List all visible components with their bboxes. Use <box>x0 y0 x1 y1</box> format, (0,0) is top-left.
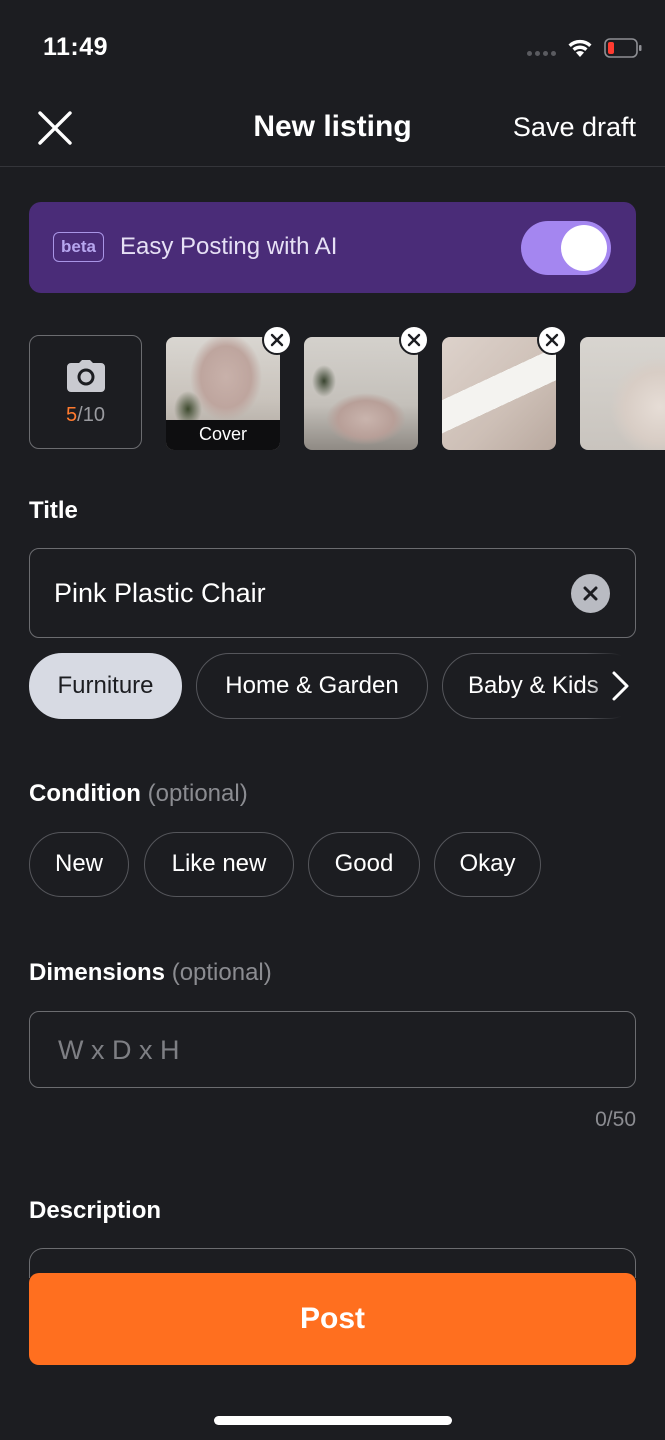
condition-chip-good[interactable]: Good <box>308 832 420 897</box>
photo-thumbnail[interactable] <box>580 337 665 450</box>
post-button[interactable]: Post <box>29 1273 636 1365</box>
title-field[interactable]: Pink Plastic Chair <box>29 548 636 638</box>
add-photo-button[interactable]: 5/10 <box>29 335 142 449</box>
category-chip-home-garden[interactable]: Home & Garden <box>196 653 428 719</box>
remove-photo-button[interactable] <box>537 325 567 355</box>
close-icon <box>407 333 421 347</box>
beta-badge: beta <box>53 232 104 262</box>
ai-posting-label: Easy Posting with AI <box>120 233 338 260</box>
toggle-knob <box>561 225 607 271</box>
photo-count: 5/10 <box>66 404 105 426</box>
header-divider <box>0 166 665 167</box>
title-value[interactable]: Pink Plastic Chair <box>54 578 266 609</box>
ai-posting-banner: beta Easy Posting with AI <box>29 202 636 293</box>
photo-thumbnail[interactable] <box>442 337 556 450</box>
ai-posting-toggle[interactable] <box>521 221 611 275</box>
condition-chip-okay[interactable]: Okay <box>434 832 541 897</box>
condition-chip-new[interactable]: New <box>29 832 129 897</box>
dimensions-field[interactable] <box>29 1011 636 1088</box>
cellular-signal-icon <box>527 51 556 56</box>
condition-label: Condition (optional) <box>29 780 248 807</box>
dimensions-char-counter: 0/50 <box>595 1108 636 1131</box>
photo-thumbnail-cover[interactable]: Cover <box>166 337 280 450</box>
camera-icon <box>67 360 105 392</box>
dimensions-input[interactable] <box>58 1032 598 1068</box>
battery-low-icon <box>604 38 642 58</box>
photo-thumbnail[interactable] <box>304 337 418 450</box>
category-chip-furniture[interactable]: Furniture <box>29 653 182 719</box>
wifi-icon <box>568 39 592 57</box>
home-indicator <box>214 1416 452 1425</box>
cover-label: Cover <box>166 420 280 450</box>
status-time: 11:49 <box>43 33 109 61</box>
description-label: Description <box>29 1197 162 1224</box>
chevron-right-icon[interactable] <box>608 670 632 702</box>
title-label: Title <box>29 497 78 524</box>
clear-icon <box>583 586 598 601</box>
clear-title-button[interactable] <box>571 574 610 613</box>
remove-photo-button[interactable] <box>399 325 429 355</box>
dimensions-label: Dimensions (optional) <box>29 959 272 986</box>
close-icon <box>270 333 284 347</box>
remove-photo-button[interactable] <box>262 325 292 355</box>
save-draft-button[interactable]: Save draft <box>513 112 636 143</box>
condition-chip-like-new[interactable]: Like new <box>144 832 294 897</box>
close-icon <box>545 333 559 347</box>
